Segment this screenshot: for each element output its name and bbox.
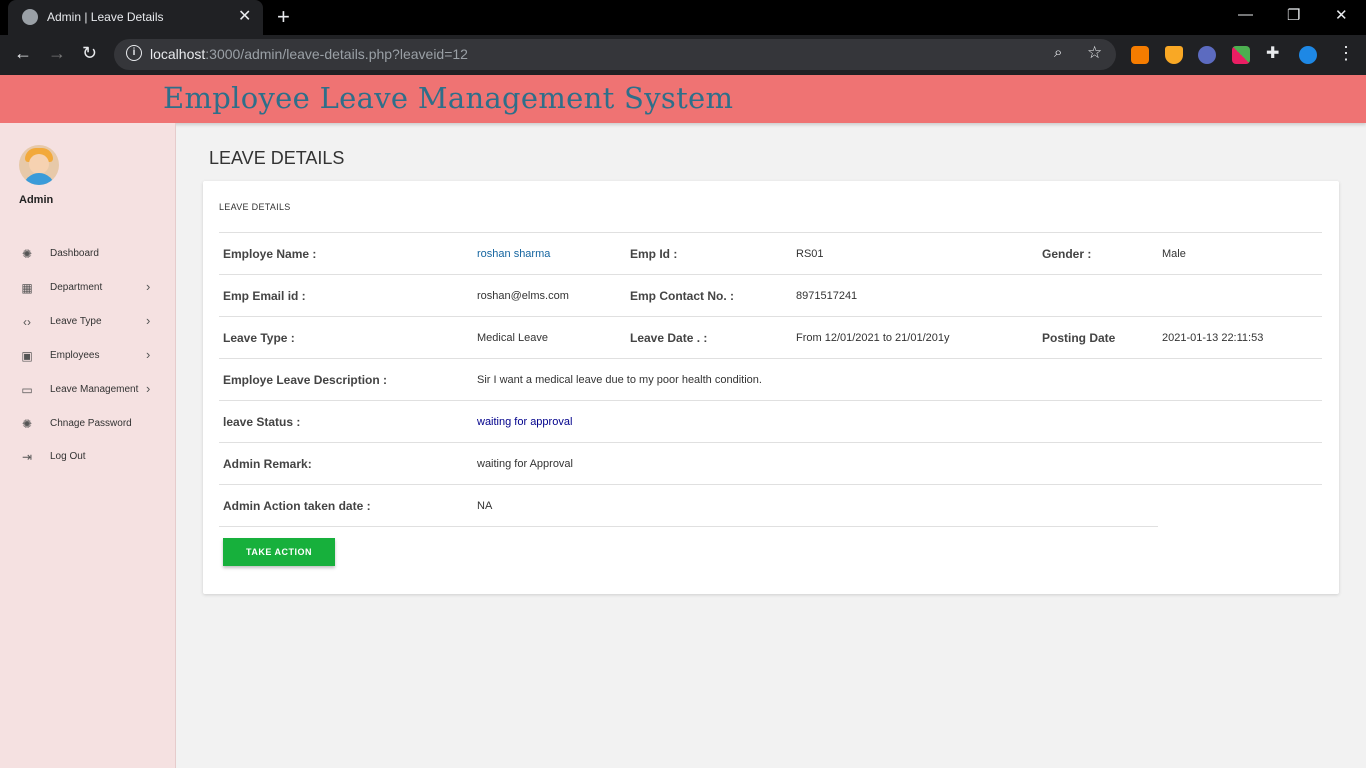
logout-icon: ⇥	[21, 450, 33, 464]
gender-label: Gender :	[1042, 247, 1092, 261]
url-text[interactable]: localhost:3000/admin/leave-details.php?l…	[150, 46, 468, 62]
leave-date-value: From 12/01/2021 to 21/01/201y	[796, 332, 950, 344]
sidebar-item-logout[interactable]: ⇥ Log Out	[0, 443, 176, 471]
sidebar-item-employees[interactable]: ▣ Employees ›	[0, 342, 176, 370]
browser-menu-icon[interactable]: ⋮	[1337, 43, 1355, 64]
chevron-right-icon: ›	[146, 279, 151, 294]
page-title: LEAVE DETAILS	[209, 148, 345, 168]
sidebar-item-label: Log Out	[50, 451, 86, 462]
close-tab-icon[interactable]: ✕	[238, 6, 251, 26]
email-label: Emp Email id :	[223, 289, 306, 303]
sidebar-item-change-password[interactable]: ✺ Chnage Password	[0, 410, 176, 438]
card-title: LEAVE DETAILS	[219, 202, 291, 212]
extension-puzzle-color-icon[interactable]	[1232, 46, 1250, 64]
leave-type-label: Leave Type :	[223, 331, 295, 345]
leave-date-label: Leave Date . :	[630, 331, 708, 345]
table-row: Employe Leave Description : Sir I want a…	[219, 358, 1322, 400]
reload-icon[interactable]: ↻	[82, 43, 97, 64]
browser-tabbar: Admin | Leave Details ✕ + — ❐ ✕	[0, 0, 1366, 35]
sidebar-item-label: Employees	[50, 350, 100, 361]
code-icon: ‹›	[23, 315, 31, 329]
app-title: Employee Leave Management System	[163, 81, 734, 115]
zoom-icon[interactable]: ⌕	[1054, 44, 1062, 61]
sidebar-item-label: Chnage Password	[50, 418, 132, 429]
sidebar-item-label: Leave Type	[50, 316, 102, 327]
account-box-icon: ▣	[21, 349, 33, 363]
action-date-value: NA	[477, 500, 493, 512]
extension-chart-icon[interactable]	[1131, 46, 1149, 64]
tab-title: Admin | Leave Details	[47, 10, 164, 24]
gender-value: Male	[1162, 248, 1186, 260]
admin-remark-value: waiting for Approval	[477, 458, 573, 470]
table-row: Admin Action taken date : NA	[219, 484, 1322, 526]
leave-type-value: Medical Leave	[477, 332, 548, 344]
table-row: Leave Type : Medical Leave Leave Date . …	[219, 316, 1322, 358]
chevron-right-icon: ›	[146, 313, 151, 328]
table-row: Admin Remark: waiting for Approval	[219, 442, 1322, 484]
grid-icon: ▦	[21, 281, 33, 295]
admin-remark-label: Admin Remark:	[223, 457, 312, 471]
desktop-icon: ▭	[21, 383, 33, 397]
contact-value: 8971517241	[796, 290, 858, 302]
sidebar-item-label: Leave Management	[50, 384, 139, 395]
sidebar: Admin ✺ Dashboard ▦ Department › ‹› Leav…	[0, 123, 176, 768]
palette-icon: ✺	[21, 417, 33, 431]
action-date-label: Admin Action taken date :	[223, 499, 371, 513]
sidebar-item-label: Department	[50, 282, 103, 293]
contact-label: Emp Contact No. :	[630, 289, 734, 303]
table-row: Employe Name : roshan sharma Emp Id : RS…	[219, 232, 1322, 274]
chevron-right-icon: ›	[146, 381, 151, 396]
email-value: roshan@elms.com	[477, 290, 569, 302]
table-row: Emp Email id : roshan@elms.com Emp Conta…	[219, 274, 1322, 316]
status-label: leave Status :	[223, 415, 301, 429]
chevron-right-icon: ›	[146, 347, 151, 362]
new-tab-icon[interactable]: +	[277, 4, 290, 30]
emp-id-label: Emp Id :	[630, 247, 678, 261]
employee-name-link[interactable]: roshan sharma	[477, 248, 550, 260]
back-icon[interactable]: ←	[14, 43, 32, 64]
palette-icon: ✺	[21, 247, 33, 261]
sidebar-item-leave-management[interactable]: ▭ Leave Management ›	[0, 376, 176, 404]
avatar	[19, 145, 59, 185]
info-icon[interactable]: i	[126, 45, 142, 61]
status-value: waiting for approval	[477, 416, 573, 428]
sidebar-item-leave-type[interactable]: ‹› Leave Type ›	[0, 308, 176, 336]
description-value: Sir I want a medical leave due to my poo…	[477, 374, 762, 386]
extension-shield-icon[interactable]	[1165, 46, 1183, 64]
restore-icon[interactable]: ❐	[1287, 6, 1300, 24]
employee-name-label: Employe Name :	[223, 247, 317, 261]
take-action-button[interactable]: TAKE ACTION	[223, 538, 335, 566]
sidebar-item-department[interactable]: ▦ Department ›	[0, 274, 176, 302]
forward-icon[interactable]: →	[48, 43, 66, 64]
globe-icon	[22, 9, 38, 25]
leave-details-card: LEAVE DETAILS Employe Name : roshan shar…	[203, 181, 1339, 594]
extensions-puzzle-icon[interactable]: ✚	[1266, 43, 1279, 63]
posting-date-label: Posting Date	[1042, 331, 1116, 345]
admin-name: Admin	[19, 194, 54, 206]
minimize-icon[interactable]: —	[1238, 6, 1253, 23]
posting-date-value: 2021-01-13 22:11:53	[1162, 332, 1264, 344]
app-header: Employee Leave Management System	[0, 75, 1366, 123]
sidebar-item-label: Dashboard	[50, 248, 99, 259]
extension-glasses-icon[interactable]	[1198, 46, 1216, 64]
emp-id-value: RS01	[796, 248, 824, 260]
description-label: Employe Leave Description :	[223, 373, 388, 387]
divider	[219, 526, 1158, 527]
bookmark-star-icon[interactable]: ☆	[1087, 43, 1102, 63]
close-window-icon[interactable]: ✕	[1335, 6, 1348, 24]
table-row: leave Status : waiting for approval	[219, 400, 1322, 442]
browser-tab[interactable]: Admin | Leave Details ✕	[8, 0, 263, 35]
browser-toolbar: ← → ↻ i localhost:3000/admin/leave-detai…	[0, 35, 1366, 75]
sidebar-item-dashboard[interactable]: ✺ Dashboard	[0, 240, 176, 268]
address-bar[interactable]: i localhost:3000/admin/leave-details.php…	[114, 39, 1116, 70]
profile-avatar-icon[interactable]	[1299, 46, 1317, 64]
